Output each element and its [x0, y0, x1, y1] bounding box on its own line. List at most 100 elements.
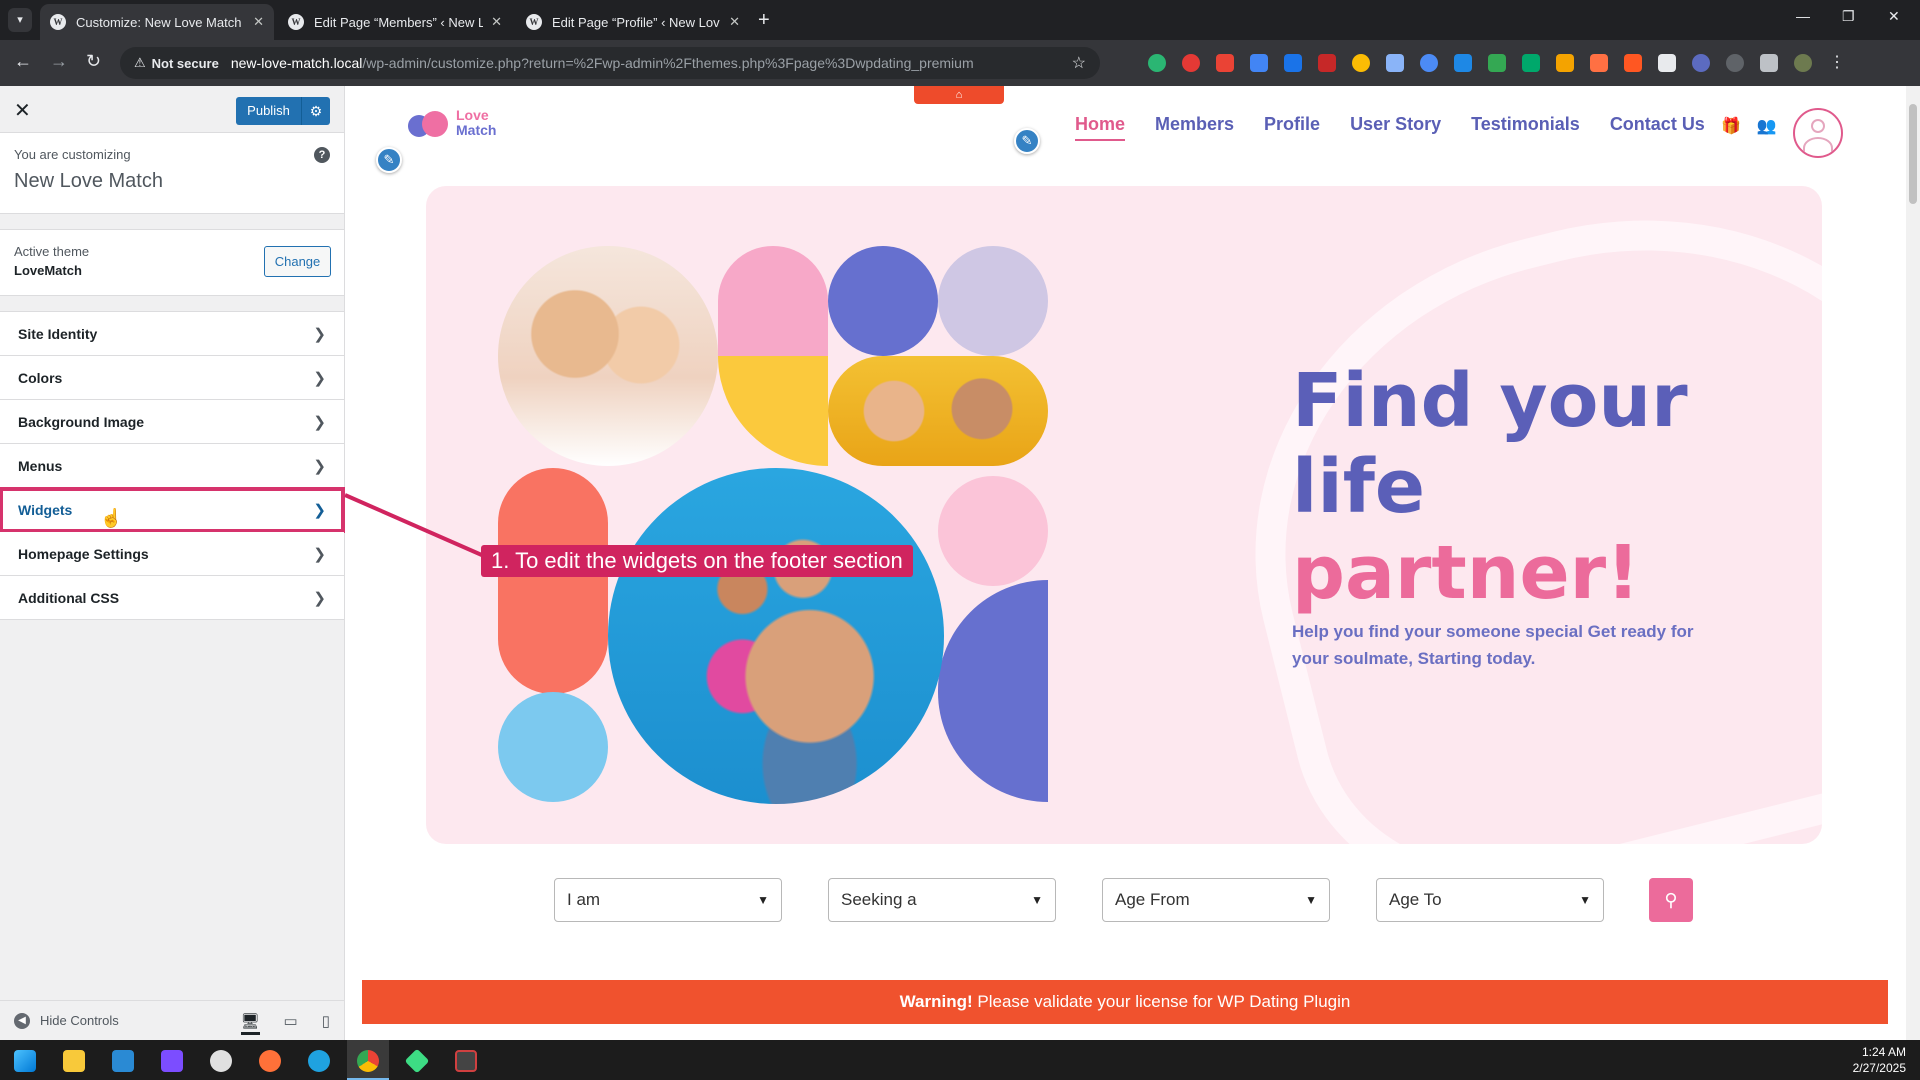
tablet-preview-icon[interactable]: ▭	[284, 1012, 298, 1035]
system-clock[interactable]: 1:24 AM 2/27/2025	[1853, 1044, 1906, 1076]
new-tab-button[interactable]: +	[758, 8, 770, 32]
nav-home[interactable]: Home	[1075, 114, 1126, 141]
edit-shortcut-pencil-icon[interactable]: ✎	[376, 147, 402, 173]
reload-icon[interactable]: ↻	[86, 51, 101, 72]
vscode-icon[interactable]	[112, 1050, 134, 1072]
home-badge-icon[interactable]: ⌂	[914, 86, 1004, 104]
minimize-icon[interactable]: —	[1796, 8, 1810, 24]
forward-icon[interactable]: →	[50, 51, 68, 72]
ruler-extension-icon[interactable]	[1318, 54, 1336, 72]
panel-background-image[interactable]: Background Image ❯	[0, 400, 344, 444]
gear-extension-icon[interactable]	[1692, 54, 1710, 72]
preview-scrollbar[interactable]	[1906, 86, 1920, 1040]
age-to-select[interactable]: Age To ▼	[1376, 878, 1604, 922]
mobile-preview-icon[interactable]: ▯	[322, 1012, 330, 1035]
extensions-row: ⋮	[1148, 54, 1846, 72]
chevron-right-icon: ❯	[313, 501, 326, 519]
close-customizer-icon[interactable]: ✕	[14, 98, 31, 123]
snipping-tool-icon[interactable]	[455, 1050, 477, 1072]
profile-avatar[interactable]	[1794, 54, 1812, 72]
panel-colors[interactable]: Colors ❯	[0, 356, 344, 400]
select-value: Age From	[1115, 890, 1190, 909]
windows-start-icon[interactable]	[14, 1050, 36, 1072]
security-label[interactable]: Not secure	[152, 56, 219, 71]
back-icon[interactable]: ←	[14, 51, 32, 72]
c-extension-icon[interactable]	[1624, 54, 1642, 72]
window-close-icon[interactable]: ✕	[1888, 8, 1900, 25]
select-value: Age To	[1389, 890, 1442, 909]
help-icon[interactable]: ?	[314, 147, 330, 163]
flag-extension-icon[interactable]	[1522, 54, 1540, 72]
arc-extension-icon[interactable]	[1420, 54, 1438, 72]
restore-icon[interactable]: ❐	[1842, 8, 1855, 25]
hide-controls-icon[interactable]: ◀	[14, 1012, 30, 1029]
logo-line-1: Love	[456, 107, 489, 123]
publish-button[interactable]: Publish ⚙	[236, 97, 330, 125]
red-extension-icon[interactable]	[1182, 54, 1200, 72]
file-explorer-icon[interactable]	[63, 1050, 85, 1072]
panel-list: Site Identity ❯ Colors ❯ Background Imag…	[0, 311, 345, 620]
tab-edit-profile[interactable]: W Edit Page “Profile” ‹ New Lov ✕	[516, 4, 750, 40]
site-logo[interactable]: Love Match	[408, 108, 496, 138]
search-button[interactable]: ⚲	[1649, 878, 1693, 922]
frame-extension-icon[interactable]	[1454, 54, 1472, 72]
video-app-icon[interactable]	[161, 1050, 183, 1072]
close-icon[interactable]: ✕	[253, 14, 264, 30]
nav-contact-us[interactable]: Contact Us	[1610, 114, 1705, 141]
bolt-extension-icon[interactable]	[1658, 54, 1676, 72]
grammarly-extension-icon[interactable]	[1148, 54, 1166, 72]
nav-icons: 🎁 👥	[1721, 116, 1777, 136]
font-extension-icon[interactable]	[1284, 54, 1302, 72]
tab-search-button[interactable]: ▾	[8, 8, 32, 32]
seeking-select[interactable]: Seeking a ▼	[828, 878, 1056, 922]
age-from-select[interactable]: Age From ▼	[1102, 878, 1330, 922]
panel-label: Menus	[18, 457, 63, 474]
tab-customize[interactable]: W Customize: New Love Match ✕	[40, 4, 274, 40]
wordpress-icon: W	[50, 14, 66, 30]
users-icon[interactable]: 👥	[1757, 116, 1777, 136]
chevron-right-icon: ❯	[313, 369, 326, 387]
arrow-extension-icon[interactable]	[1590, 54, 1608, 72]
gray-extension-icon[interactable]	[1726, 54, 1744, 72]
warning-triangle-icon: ⚠	[134, 55, 146, 70]
user-avatar[interactable]	[1793, 108, 1843, 158]
b-extension-icon[interactable]	[1556, 54, 1574, 72]
nav-profile[interactable]: Profile	[1264, 114, 1320, 141]
nav-testimonials[interactable]: Testimonials	[1471, 114, 1580, 141]
edge-icon[interactable]	[308, 1050, 330, 1072]
more-menu-icon[interactable]: ⋮	[1828, 54, 1846, 72]
desktop-preview-icon[interactable]: 🖥	[240, 1012, 260, 1035]
change-theme-button[interactable]: Change	[264, 246, 331, 277]
close-icon[interactable]: ✕	[491, 14, 502, 30]
gear-icon[interactable]: ⚙	[302, 103, 330, 120]
light-blue-circle-shape	[498, 692, 608, 802]
panel-additional-css[interactable]: Additional CSS ❯	[0, 576, 344, 620]
panel-homepage-settings[interactable]: Homepage Settings ❯	[0, 532, 344, 576]
puzzle-icon[interactable]	[1760, 54, 1778, 72]
lavender-circle-shape	[938, 246, 1048, 356]
pen-extension-icon[interactable]	[1386, 54, 1404, 72]
gift-icon[interactable]: 🎁	[1721, 116, 1741, 136]
customizer-sidebar: ✕ Publish ⚙ You are customizing New Love…	[0, 86, 345, 1040]
i-am-select[interactable]: I am ▼	[554, 878, 782, 922]
nav-members[interactable]: Members	[1155, 114, 1234, 141]
close-icon[interactable]: ✕	[729, 14, 740, 30]
firefox-icon[interactable]	[259, 1050, 281, 1072]
screenshot-extension-icon[interactable]	[1216, 54, 1234, 72]
panel-widgets[interactable]: Widgets ❯ ☝	[0, 487, 345, 533]
translate-extension-icon[interactable]	[1250, 54, 1268, 72]
tab-edit-members[interactable]: W Edit Page “Members” ‹ New Lo ✕	[278, 4, 512, 40]
chrome-icon[interactable]	[357, 1050, 379, 1072]
bookmark-star-icon[interactable]: ☆	[1072, 53, 1086, 73]
panel-menus[interactable]: Menus ❯	[0, 444, 344, 488]
address-bar[interactable]: ⚠ Not secure new-love-match.local/wp-adm…	[120, 47, 1100, 79]
hide-controls-button[interactable]: Hide Controls	[40, 1013, 119, 1028]
panel-site-identity[interactable]: Site Identity ❯	[0, 312, 344, 356]
edit-shortcut-pencil-icon[interactable]: ✎	[1014, 128, 1040, 154]
leaf-extension-icon[interactable]	[1488, 54, 1506, 72]
nav-user-story[interactable]: User Story	[1350, 114, 1441, 141]
select-value: I am	[567, 890, 601, 909]
chrome-extension-icon[interactable]	[1352, 54, 1370, 72]
dev-app-icon[interactable]	[404, 1048, 430, 1074]
gimp-icon[interactable]	[210, 1050, 232, 1072]
